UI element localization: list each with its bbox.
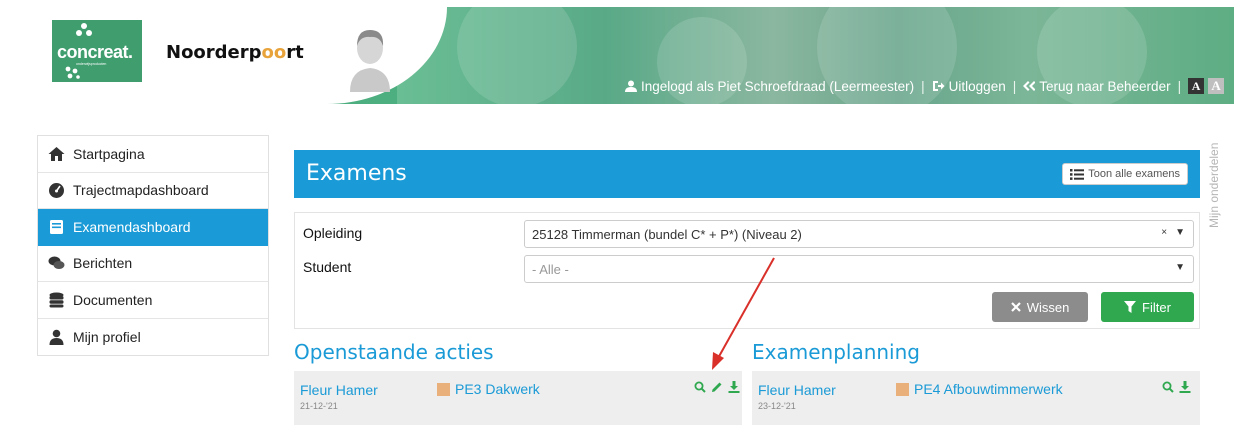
double-chevron-left-icon (1023, 81, 1036, 91)
list-icon (1070, 168, 1085, 180)
exam-task-link[interactable]: PE4 Afbouwtimmerwerk (896, 381, 1063, 397)
close-icon (1010, 302, 1021, 312)
wissen-button[interactable]: Wissen (992, 292, 1088, 322)
pencil-icon[interactable] (711, 381, 723, 393)
sidebar-item-label: Documenten (73, 291, 153, 308)
sidebar-item-label: Startpagina (73, 145, 145, 162)
sidebar-item-label: Berichten (73, 255, 133, 272)
wissen-label: Wissen (1026, 299, 1070, 315)
student-link[interactable]: Fleur Hamer (300, 382, 378, 398)
exams-header: Examens Toon alle examens (294, 150, 1200, 198)
font-size-small-button[interactable]: A (1188, 78, 1205, 94)
search-icon[interactable] (1162, 381, 1174, 393)
noorderpoort-logo-post: rt (286, 42, 304, 63)
sidebar-item-mijn-profiel[interactable]: Mijn profiel (38, 319, 268, 356)
filter-button[interactable]: Filter (1101, 292, 1194, 322)
planning-date: 23-12-'21 (758, 401, 796, 411)
sidebar-item-berichten[interactable]: Berichten (38, 246, 268, 282)
opleiding-select[interactable]: 25128 Timmerman (bundel C* + P*) (Niveau… (524, 220, 1194, 248)
student-placeholder: - Alle - (532, 261, 569, 277)
funnel-icon (1124, 301, 1137, 313)
sidebar-item-startpagina[interactable]: Startpagina (38, 136, 268, 173)
database-icon (49, 292, 64, 308)
student-label: Student (303, 259, 352, 275)
action-date: 21-12-'21 (300, 401, 338, 411)
row-actions (694, 381, 740, 393)
user-icon (625, 80, 637, 92)
font-size-large-button[interactable]: A (1208, 78, 1225, 94)
concreat-dots-icon (65, 66, 80, 79)
task-color-swatch (437, 382, 450, 396)
examenplanning-title: Examenplanning (752, 340, 920, 364)
separator: | (1012, 78, 1017, 94)
sidebar-item-examendashboard[interactable]: Examendashboard (38, 209, 268, 246)
exam-task-label: PE3 Dakwerk (455, 381, 540, 397)
filter-label: Filter (1142, 299, 1171, 315)
opleiding-label: Opleiding (303, 225, 363, 241)
list-item: Fleur Hamer 23-12-'21 PE4 Afbouwtimmerwe… (752, 371, 1200, 425)
search-icon[interactable] (694, 381, 706, 393)
concreat-logo-text: concreat. (57, 42, 133, 62)
opleiding-value: 25128 Timmerman (bundel C* + P*) (Niveau… (532, 226, 802, 242)
header-user-bar: Ingelogd als Piet Schroefdraad (Leermees… (625, 78, 1225, 94)
back-to-admin-link[interactable]: Terug naar Beheerder (1039, 79, 1170, 94)
sidebar-item-label: Trajectmapdashboard (73, 182, 209, 199)
sidebar-item-trajectmapdashboard[interactable]: Trajectmapdashboard (38, 173, 268, 209)
avatar (350, 30, 390, 92)
home-icon (48, 146, 65, 161)
download-icon[interactable] (728, 381, 740, 393)
sidebar-nav: Startpagina Trajectmapdashboard Examenda… (37, 135, 269, 356)
noorderpoort-logo[interactable]: Noorderpoort (166, 42, 304, 63)
logged-in-text: Ingelogd als Piet Schroefdraad (Leermees… (641, 78, 915, 94)
page-title: Examens (306, 161, 407, 186)
noorderpoort-logo-pre: Noorderp (166, 42, 262, 63)
noorderpoort-logo-oo: oo (261, 42, 287, 63)
openstaande-acties-title: Openstaande acties (294, 340, 494, 364)
exam-task-link[interactable]: PE3 Dakwerk (437, 381, 540, 397)
logout-link[interactable]: Uitloggen (949, 79, 1006, 94)
student-select[interactable]: - Alle - ▼ (524, 255, 1194, 283)
show-all-exams-button[interactable]: Toon alle examens (1062, 163, 1188, 185)
download-icon[interactable] (1179, 381, 1191, 393)
sign-out-icon (932, 81, 945, 91)
student-link[interactable]: Fleur Hamer (758, 382, 836, 398)
sidebar-item-label: Mijn profiel (73, 328, 141, 345)
clear-opleiding-icon[interactable]: × (1161, 227, 1167, 238)
page: concreat. onderwijsproducten Noorderpoor… (0, 0, 1234, 425)
dashboard-icon (49, 183, 64, 199)
show-all-exams-label: Toon alle examens (1088, 168, 1180, 180)
mijn-onderdelen-tab[interactable]: Mijn onderdelen (1203, 130, 1233, 240)
chevron-down-icon: ▼ (1175, 262, 1185, 273)
concreat-mark-icon (76, 23, 92, 36)
row-actions (1162, 381, 1191, 393)
exam-task-label: PE4 Afbouwtimmerwerk (914, 381, 1063, 397)
concreat-logo[interactable]: concreat. onderwijsproducten (52, 20, 142, 82)
mijn-onderdelen-label: Mijn onderdelen (1207, 142, 1221, 228)
separator: | (1177, 78, 1182, 94)
filter-panel: Opleiding 25128 Timmerman (bundel C* + P… (294, 212, 1200, 329)
book-icon (50, 219, 63, 234)
user-icon (49, 329, 64, 345)
sidebar-item-label: Examendashboard (73, 218, 191, 235)
chat-icon (48, 256, 65, 270)
chevron-down-icon: ▼ (1175, 227, 1185, 238)
separator: | (921, 78, 925, 94)
task-color-swatch (896, 382, 909, 396)
sidebar-item-documenten[interactable]: Documenten (38, 282, 268, 319)
list-item: Fleur Hamer 21-12-'21 PE3 Dakwerk (294, 371, 742, 425)
